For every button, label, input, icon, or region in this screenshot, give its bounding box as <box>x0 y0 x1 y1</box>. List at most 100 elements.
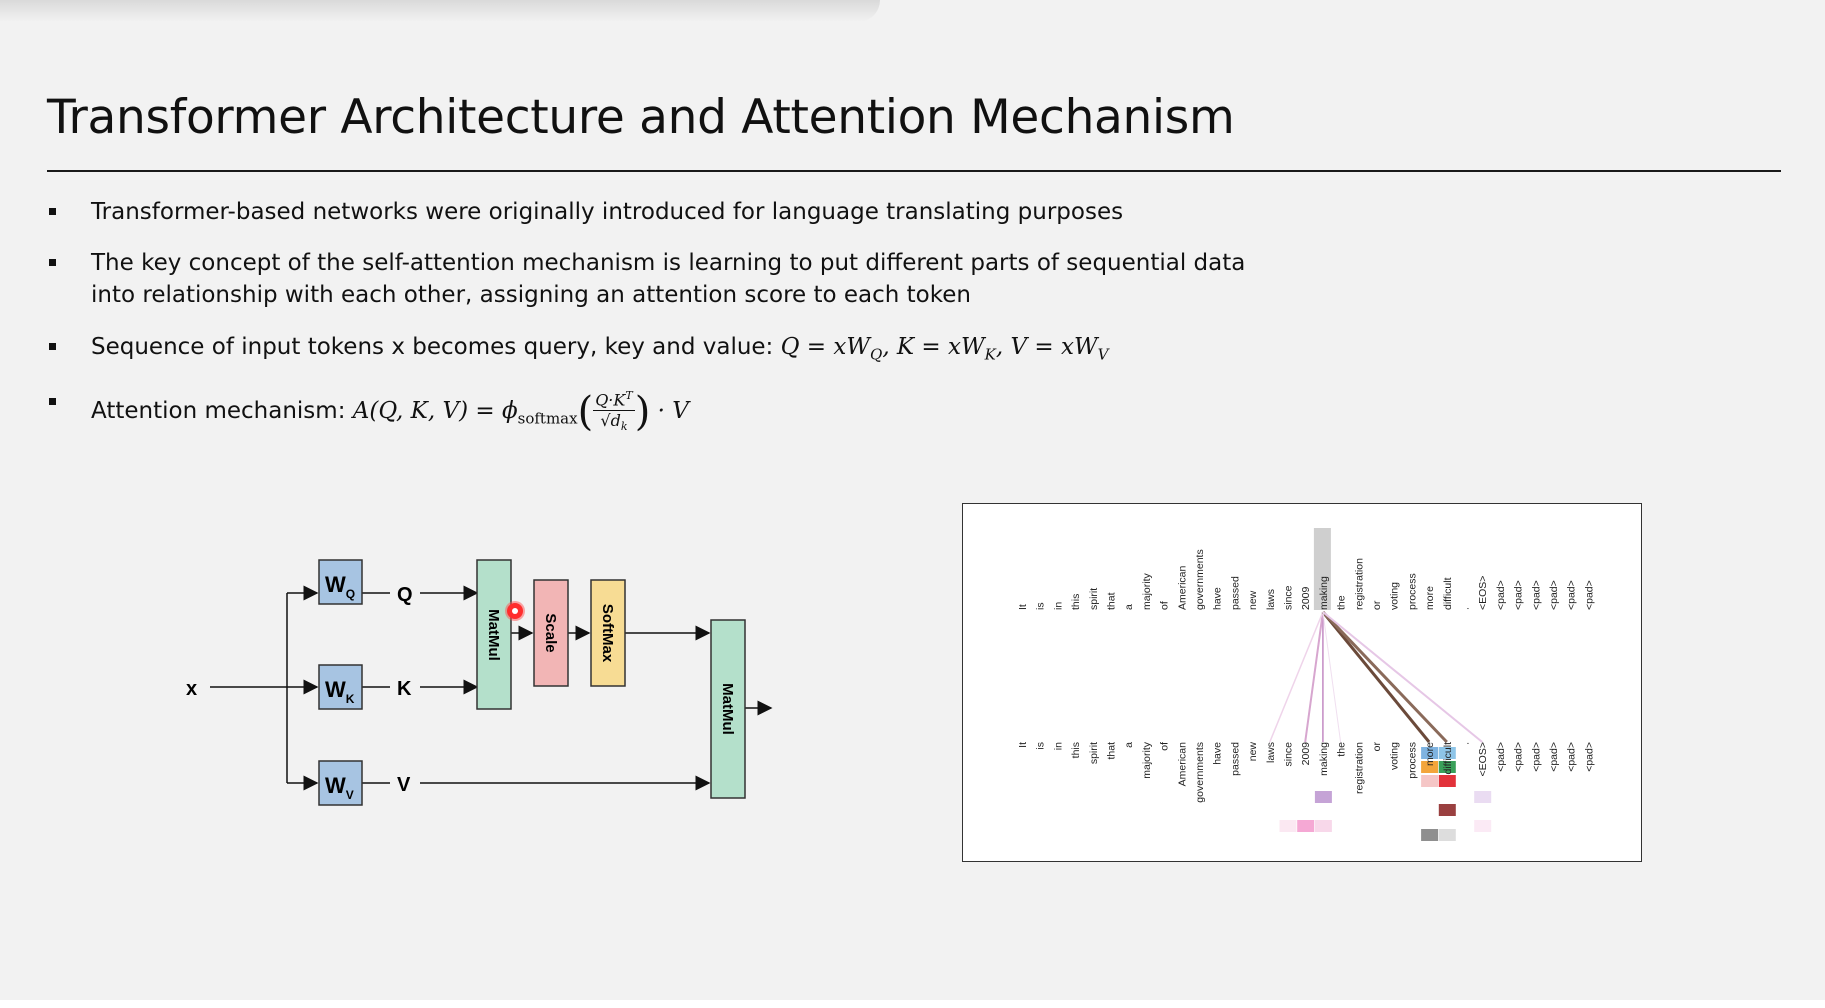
bottom-token: is <box>1035 742 1047 750</box>
attention-cell <box>1421 775 1439 787</box>
bottom-token: governments <box>1194 742 1206 803</box>
title-divider <box>47 170 1781 172</box>
bottom-token: or <box>1371 742 1383 752</box>
attention-line <box>1321 611 1431 743</box>
attention-block-diagram: x WQ WK WV Q K V MatMul Scale SoftMax Ma… <box>186 559 773 806</box>
attention-formula: A(Q, K, V) = ϕsoftmax(Q·KT √dk) · V <box>353 389 689 434</box>
top-token: in <box>1052 602 1064 610</box>
bottom-token: of <box>1159 742 1171 751</box>
attention-visualization-canvas: It is in this spirit that a majority of American g… <box>1017 528 1595 841</box>
top-token: <pad> <box>1583 580 1595 610</box>
slide-title: Transformer Architecture and Attention M… <box>47 90 1235 145</box>
top-token: making <box>1318 576 1330 610</box>
attention-cell <box>1314 820 1332 832</box>
attention-cell <box>1438 775 1456 787</box>
attention-line <box>1321 610 1448 744</box>
bottom-token: <EOS> <box>1477 742 1489 776</box>
top-token: <pad> <box>1548 580 1560 610</box>
bottom-token: a <box>1123 742 1135 748</box>
bullet-marker <box>49 259 56 266</box>
top-token: more <box>1424 586 1436 610</box>
top-token: <EOS> <box>1477 576 1489 610</box>
top-token: passed <box>1229 576 1241 610</box>
bullet-text: The key concept of the self-attention me… <box>91 250 1246 308</box>
bottom-token: <pad> <box>1495 742 1507 772</box>
window-shadow <box>0 0 880 22</box>
bottom-token: in <box>1052 742 1064 750</box>
bottom-token: <pad> <box>1530 742 1542 772</box>
bullet-item: Transformer-based networks were original… <box>47 196 1123 228</box>
attention-cell <box>1279 820 1297 832</box>
top-token: It <box>1017 604 1029 610</box>
top-token: <pad> <box>1530 580 1542 610</box>
top-token: is <box>1035 602 1047 610</box>
attention-weight-cells <box>1279 528 1492 841</box>
top-token: or <box>1371 600 1383 610</box>
top-token-row: It is in this spirit that a majority of American g… <box>1017 549 1595 610</box>
bottom-token: American <box>1176 742 1188 787</box>
bottom-token: have <box>1212 742 1224 765</box>
top-token: . <box>1460 607 1472 610</box>
attention-cell <box>1474 820 1492 832</box>
bottom-token: since <box>1283 742 1295 767</box>
bottom-token: laws <box>1265 742 1277 763</box>
bottom-token: <pad> <box>1566 742 1578 772</box>
bottom-token: the <box>1336 742 1348 757</box>
bullet-item: The key concept of the self-attention me… <box>47 247 1291 311</box>
top-token: new <box>1247 590 1259 610</box>
bottom-token: majority <box>1141 741 1153 779</box>
bottom-token: It <box>1017 742 1029 748</box>
attention-cell <box>1314 791 1332 803</box>
top-token: of <box>1159 601 1171 610</box>
bottom-token: that <box>1106 742 1118 760</box>
k-label: K <box>397 678 412 700</box>
input-label: x <box>186 678 197 700</box>
top-token: governments <box>1194 549 1206 610</box>
bottom-token: spirit <box>1088 742 1100 764</box>
top-token: spirit <box>1088 588 1100 610</box>
bullet-text: Transformer-based networks were original… <box>91 199 1124 225</box>
bottom-token: 2009 <box>1300 742 1312 766</box>
top-token: a <box>1123 604 1135 610</box>
bottom-token: <pad> <box>1513 742 1525 772</box>
bullet-text: Attention mechanism: <box>91 397 346 424</box>
bottom-token: voting <box>1389 742 1401 770</box>
bottom-token: registration <box>1353 742 1365 794</box>
matmul-1-label: MatMul <box>485 609 502 661</box>
attention-cell <box>1297 820 1315 832</box>
top-token: <pad> <box>1566 580 1578 610</box>
attention-line <box>1322 611 1483 743</box>
attention-line <box>1304 611 1324 743</box>
top-token: voting <box>1389 582 1401 610</box>
top-token: majority <box>1141 572 1153 610</box>
attention-cell <box>1438 829 1456 841</box>
bottom-token: this <box>1070 742 1082 758</box>
top-token: 2009 <box>1300 586 1312 610</box>
top-token: since <box>1283 585 1295 610</box>
attention-visualization: It is in this spirit that a majority of American g… <box>962 503 1642 862</box>
v-label: V <box>397 774 411 796</box>
top-token: have <box>1212 587 1224 610</box>
bottom-token-row: It is in this spirit that a majority of American g… <box>1017 741 1595 802</box>
bottom-token: <pad> <box>1548 742 1560 772</box>
top-token: that <box>1106 592 1118 610</box>
softmax-label: SoftMax <box>599 604 616 663</box>
bullet-marker <box>49 208 56 215</box>
bottom-token: . <box>1460 742 1472 745</box>
slide-bottom-edge <box>0 1000 1825 1008</box>
bullet-marker <box>49 398 56 405</box>
q-label: Q <box>397 584 413 606</box>
top-token: <pad> <box>1513 580 1525 610</box>
top-token: difficult <box>1442 577 1454 610</box>
attention-lines <box>1269 610 1483 744</box>
top-token: <pad> <box>1495 580 1507 610</box>
qkv-formula: Q = xWQ, K = xWK, V = xWV <box>780 334 1109 364</box>
bullet-marker <box>49 343 56 350</box>
pointer-cursor <box>507 603 523 619</box>
matmul-2-label: MatMul <box>719 683 736 735</box>
attention-cell <box>1438 804 1456 816</box>
bullet-item: Attention mechanism: A(Q, K, V) = ϕsoftm… <box>47 386 689 438</box>
attention-cell <box>1421 829 1439 841</box>
top-token: laws <box>1265 589 1277 610</box>
top-token: registration <box>1353 558 1365 610</box>
